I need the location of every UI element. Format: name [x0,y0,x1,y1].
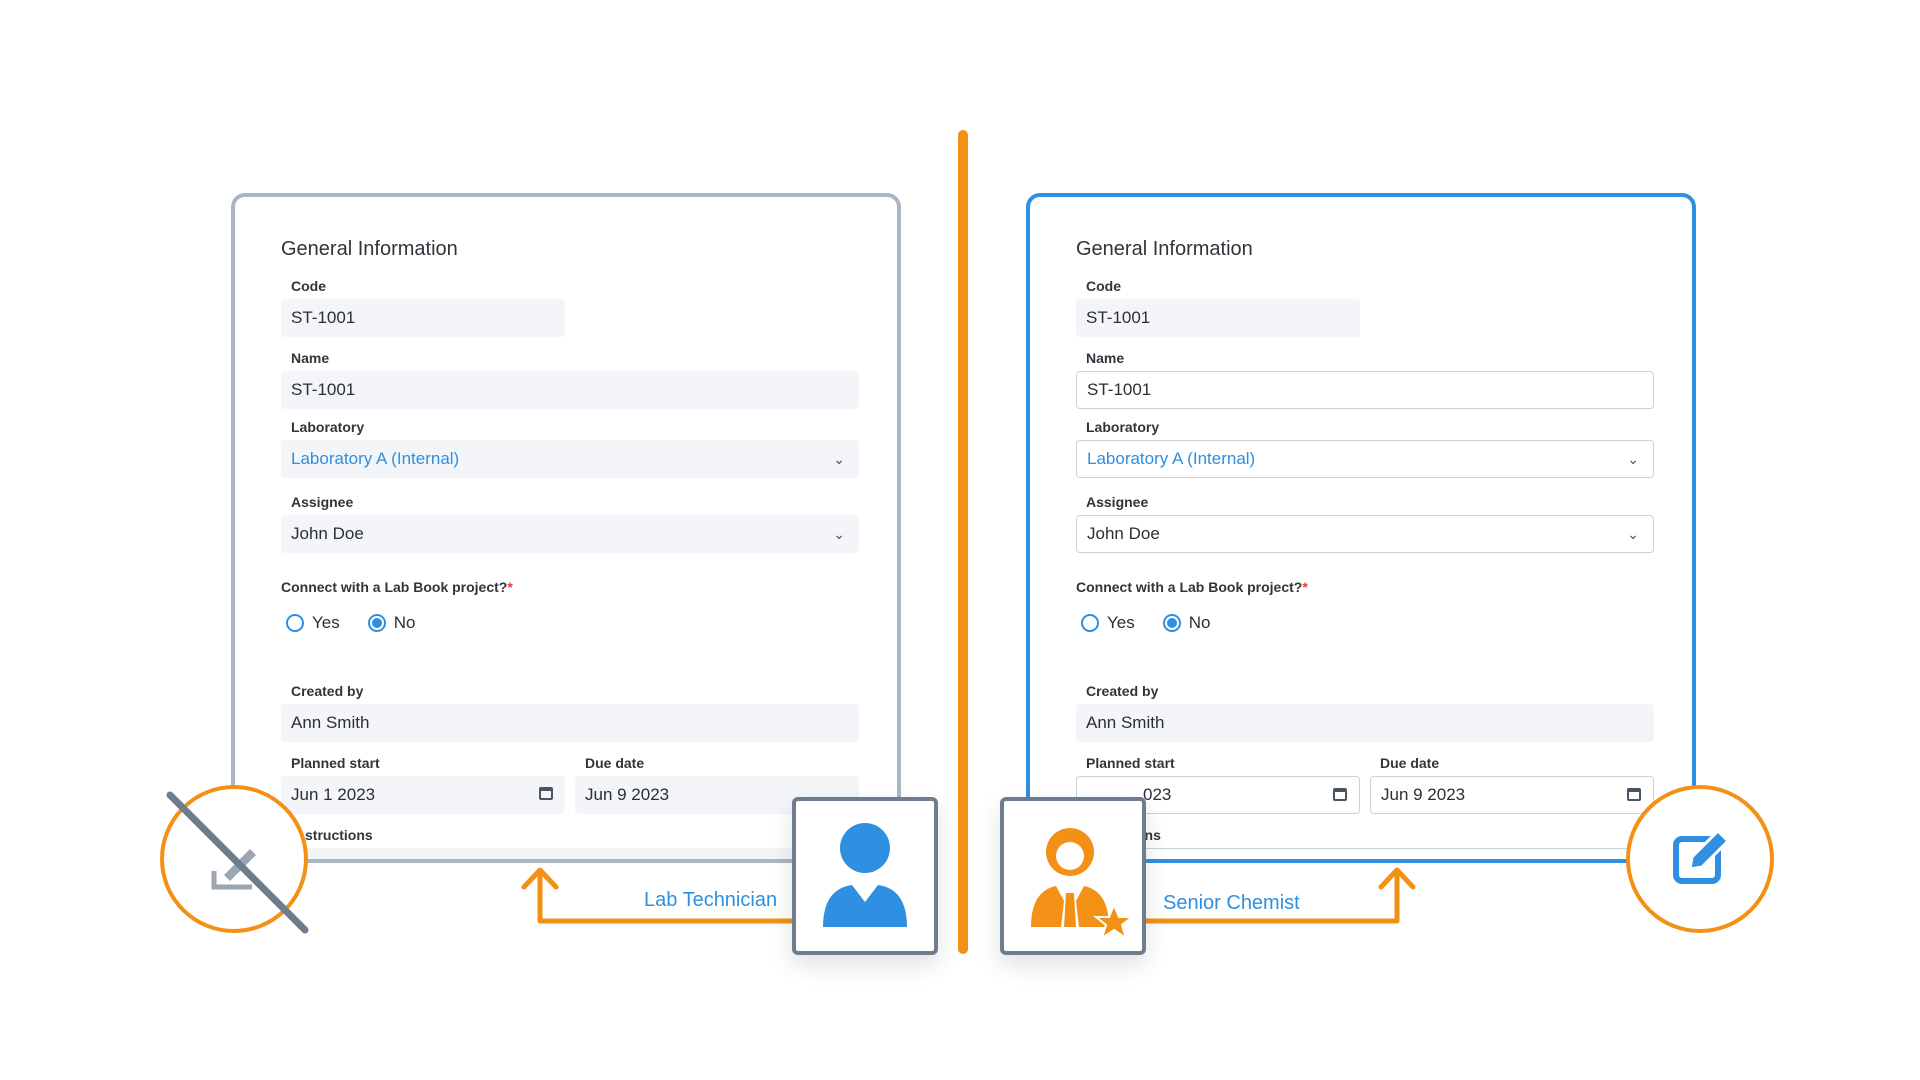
edit-icon [1673,828,1731,884]
edit-enabled-badge [1626,785,1774,933]
